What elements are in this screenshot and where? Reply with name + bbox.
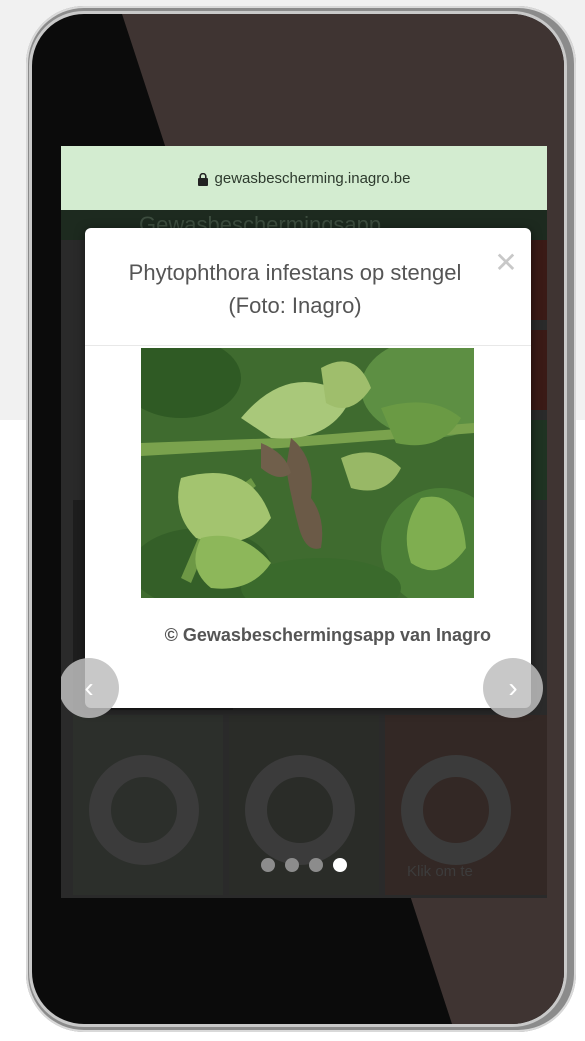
- chevron-right-icon: ›: [508, 672, 518, 703]
- ring-graphic: [401, 755, 511, 865]
- close-icon[interactable]: ✕: [493, 249, 519, 277]
- address-bar[interactable]: gewasbescherming.inagro.be: [61, 146, 547, 210]
- ring-graphic: [89, 755, 199, 865]
- carousel-dot[interactable]: [285, 858, 299, 872]
- plant-photo: [141, 348, 474, 598]
- carousel-dots: [61, 858, 547, 872]
- next-button[interactable]: ›: [483, 658, 543, 718]
- ring-graphic: [245, 755, 355, 865]
- photo-caption: © Gewasbeschermingsapp van Inagro: [164, 625, 491, 645]
- url-text: gewasbescherming.inagro.be: [214, 169, 411, 187]
- carousel-dot[interactable]: [261, 858, 275, 872]
- lightbox-modal: Phytophthora infestans op stengel (Foto:…: [61, 228, 543, 718]
- chevron-left-icon: ‹: [84, 672, 94, 703]
- carousel-dot[interactable]: [309, 858, 323, 872]
- carousel-dot-active[interactable]: [333, 858, 347, 872]
- previous-button[interactable]: ‹: [61, 658, 119, 718]
- lock-icon: [197, 172, 208, 186]
- phone-screen: gewasbescherming.inagro.be Gewasbescherm…: [61, 146, 547, 898]
- modal-divider: [85, 345, 531, 346]
- modal-title: Phytophthora infestans op stengel (Foto:…: [128, 260, 462, 318]
